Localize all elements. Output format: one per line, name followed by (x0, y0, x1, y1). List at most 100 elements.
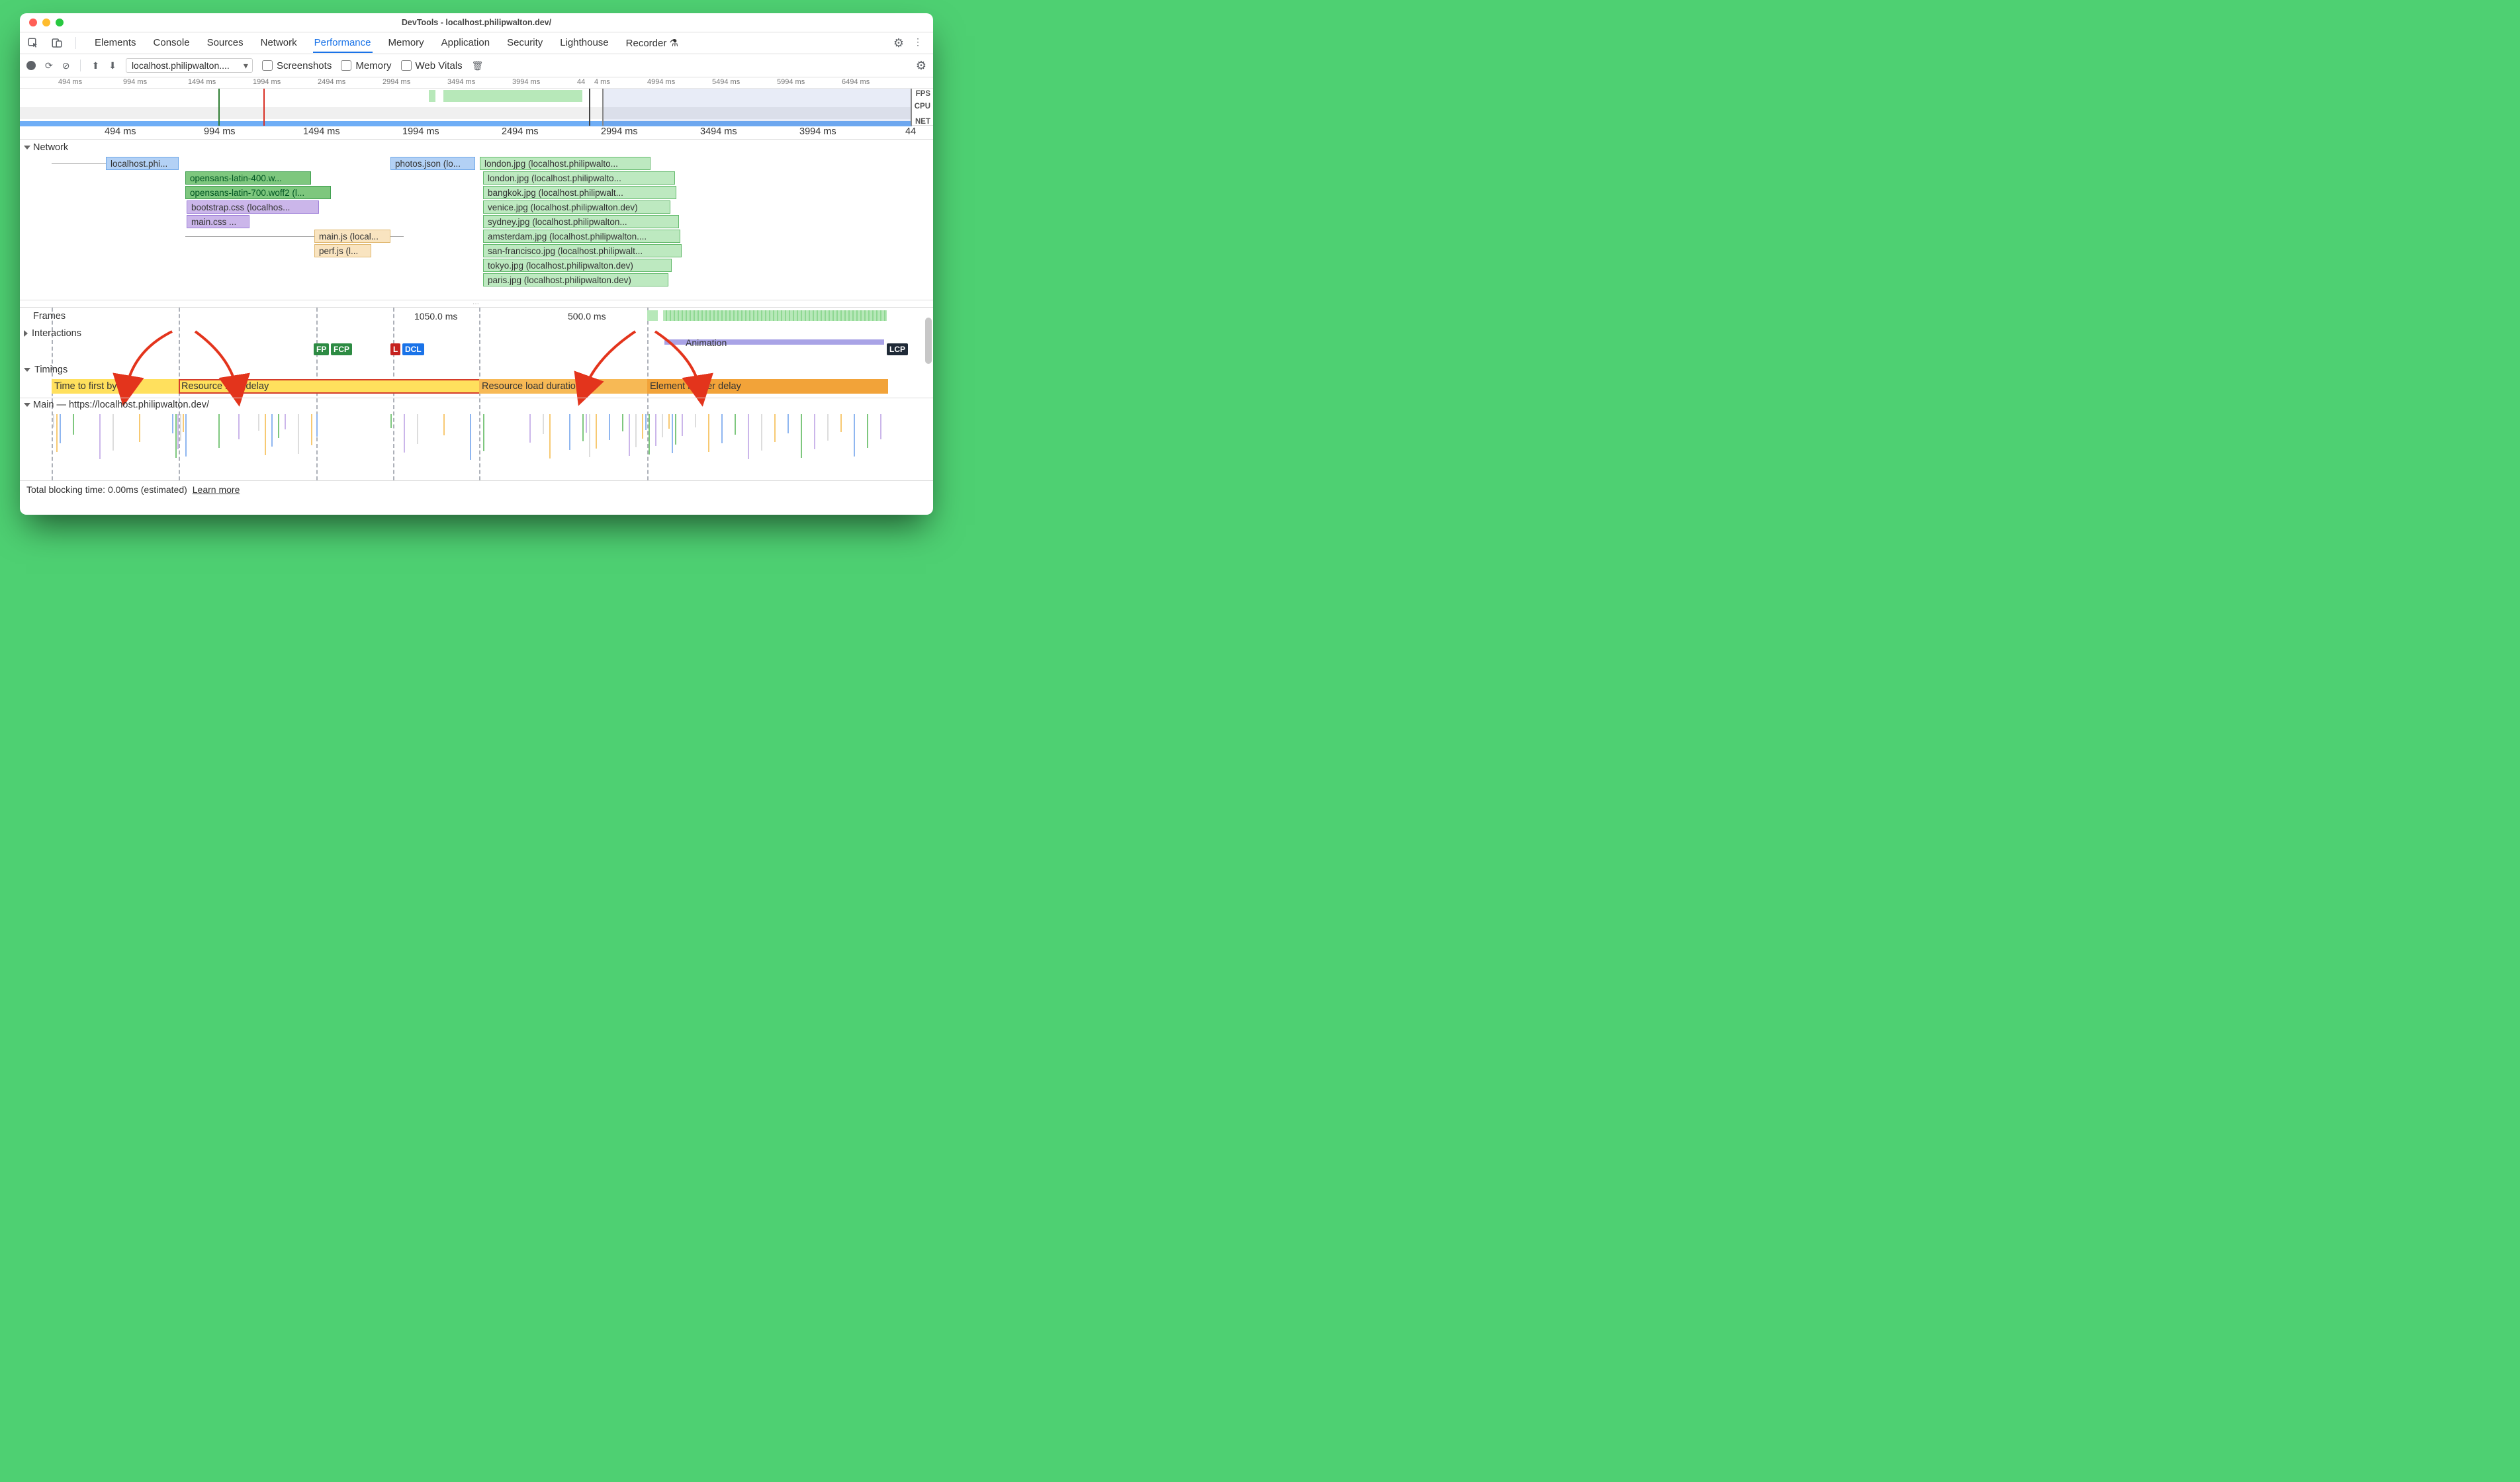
save-profile-icon[interactable]: ⬇ (109, 60, 116, 71)
flamechart-bar[interactable] (271, 414, 273, 447)
tab-recorder[interactable]: Recorder ⚗ (625, 34, 680, 52)
flamechart-bar[interactable] (761, 414, 762, 451)
timing-ttfb[interactable]: Time to first byte (52, 379, 181, 394)
flamechart-bar[interactable] (183, 414, 184, 432)
device-toggle-icon[interactable] (50, 36, 64, 50)
tab-lighthouse[interactable]: Lighthouse (559, 34, 609, 52)
main-lane-toggle[interactable]: Main — https://localhost.philipwalton.de… (24, 400, 209, 410)
marker-lcp[interactable]: LCP (887, 343, 908, 355)
flamechart-bar[interactable] (840, 414, 842, 432)
flamechart-bar[interactable] (645, 414, 647, 430)
flamechart-bar[interactable] (298, 414, 299, 454)
flamechart-bar[interactable] (635, 414, 637, 447)
network-request-bar[interactable]: tokyo.jpg (localhost.philipwalton.dev) (483, 259, 672, 272)
overview-selection[interactable] (602, 89, 912, 126)
tab-elements[interactable]: Elements (93, 34, 138, 52)
marker-fp[interactable]: FP (314, 343, 329, 355)
flamechart-bar[interactable] (774, 414, 776, 442)
marker-dcl[interactable]: DCL (402, 343, 424, 355)
flamechart-bar[interactable] (73, 414, 74, 435)
tab-console[interactable]: Console (152, 34, 191, 52)
overview-strip[interactable]: 494 ms 994 ms 1494 ms 1994 ms 2494 ms 29… (20, 77, 933, 126)
flamechart-bar[interactable] (735, 414, 736, 435)
timings-lane[interactable]: Timings FP FCP L DCL LCP Time to first b… (20, 342, 933, 398)
network-request-bar[interactable]: amsterdam.jpg (localhost.philipwalton...… (483, 230, 680, 243)
network-request-bar[interactable]: main.css ... (187, 215, 249, 228)
overview-body[interactable]: FPS CPU NET (20, 89, 933, 126)
network-request-bar[interactable]: bangkok.jpg (localhost.philipwalt... (483, 186, 676, 199)
clear-icon[interactable]: ⊘ (62, 60, 70, 71)
flamechart-bar[interactable] (672, 414, 673, 453)
flamechart-bar[interactable] (582, 414, 584, 441)
flamechart-bar[interactable] (586, 414, 587, 433)
frames-lane[interactable]: Frames 1050.0 ms 500.0 ms (20, 308, 933, 325)
flamechart-bar[interactable] (622, 414, 623, 431)
flamechart-bar[interactable] (390, 414, 392, 428)
flamechart-bar[interactable] (177, 414, 179, 449)
settings-icon[interactable]: ⚙ (893, 36, 904, 50)
network-request-bar[interactable]: paris.jpg (localhost.philipwalton.dev) (483, 273, 668, 286)
flamechart-bar[interactable] (285, 414, 286, 429)
timing-resource-load-duration[interactable]: Resource load duration (479, 379, 650, 394)
network-request-bar[interactable]: perf.js (l... (314, 244, 371, 257)
flamechart-bar[interactable] (112, 414, 114, 451)
flamechart-bar[interactable] (801, 414, 802, 458)
tab-performance[interactable]: Performance (313, 34, 373, 53)
flamechart-bar[interactable] (311, 414, 312, 445)
flamechart-bar[interactable] (172, 414, 173, 433)
main-thread-lane[interactable]: Main — https://localhost.philipwalton.de… (20, 398, 933, 480)
flamechart-bar[interactable] (814, 414, 815, 449)
flamechart-bar[interactable] (668, 414, 670, 429)
flamechart-bar[interactable] (278, 414, 279, 438)
flamechart-bar[interactable] (867, 414, 868, 448)
flamechart-bar[interactable] (708, 414, 709, 452)
flamechart-bar[interactable] (682, 414, 683, 436)
flamechart-bar[interactable] (695, 414, 696, 427)
marker-fcp[interactable]: FCP (331, 343, 352, 355)
pane-resizer[interactable]: ⋯ (20, 300, 933, 308)
network-request-bar[interactable]: opensans-latin-400.w... (185, 171, 311, 185)
network-request-bar[interactable]: san-francisco.jpg (localhost.philipwalt.… (483, 244, 682, 257)
network-request-bar[interactable]: london.jpg (localhost.philipwalto... (480, 157, 651, 170)
webvitals-checkbox[interactable]: Web Vitals (401, 60, 463, 71)
flamechart-bar[interactable] (180, 414, 181, 441)
flamechart-bar[interactable] (569, 414, 570, 450)
flamechart-bar[interactable] (60, 414, 61, 443)
flamechart-bar[interactable] (721, 414, 723, 443)
network-request-bar[interactable]: localhost.phi... (106, 157, 179, 170)
flamechart-bar[interactable] (258, 414, 259, 431)
flamechart-bar[interactable] (99, 414, 101, 459)
flamechart-bar[interactable] (649, 414, 650, 455)
flamechart-bar[interactable] (549, 414, 551, 458)
flamechart-bar[interactable] (53, 414, 54, 427)
kebab-menu-icon[interactable]: ⋮ (913, 36, 922, 50)
flamechart-bar[interactable] (265, 414, 266, 455)
timing-element-render-delay[interactable]: Element render delay (647, 379, 888, 394)
network-lane-toggle[interactable]: Network (24, 142, 68, 153)
flamechart-bar[interactable] (543, 414, 544, 434)
flamechart-bar[interactable] (443, 414, 445, 435)
vertical-scrollbar[interactable] (925, 318, 932, 503)
memory-checkbox[interactable]: Memory (341, 60, 391, 71)
reload-record-icon[interactable]: ⟳ (45, 60, 53, 71)
flamechart-bar[interactable] (185, 414, 187, 457)
network-request-bar[interactable]: bootstrap.css (localhos... (187, 200, 319, 214)
flamechart-bar[interactable] (470, 414, 471, 460)
flamechart-bar[interactable] (662, 414, 663, 437)
collect-garbage-icon[interactable]: 🗑 (472, 60, 484, 71)
network-request-bar[interactable]: venice.jpg (localhost.philipwalton.dev) (483, 200, 670, 214)
flamechart-bar[interactable] (175, 414, 177, 458)
network-request-bar[interactable]: london.jpg (localhost.philipwalto... (483, 171, 675, 185)
capture-settings-icon[interactable]: ⚙ (916, 59, 926, 73)
network-request-bar[interactable]: photos.json (lo... (390, 157, 475, 170)
flamechart-bar[interactable] (609, 414, 610, 440)
flamechart-bar[interactable] (404, 414, 405, 453)
learn-more-link[interactable]: Learn more (193, 484, 240, 495)
network-request-bar[interactable]: opensans-latin-700.woff2 (l... (185, 186, 331, 199)
flamechart-bar[interactable] (880, 414, 881, 439)
tab-sources[interactable]: Sources (206, 34, 245, 52)
screenshots-checkbox[interactable]: Screenshots (262, 60, 332, 71)
flamechart-bar[interactable] (629, 414, 630, 456)
target-select[interactable]: localhost.philipwalton.... (126, 58, 253, 73)
flamechart-bar[interactable] (642, 414, 643, 439)
